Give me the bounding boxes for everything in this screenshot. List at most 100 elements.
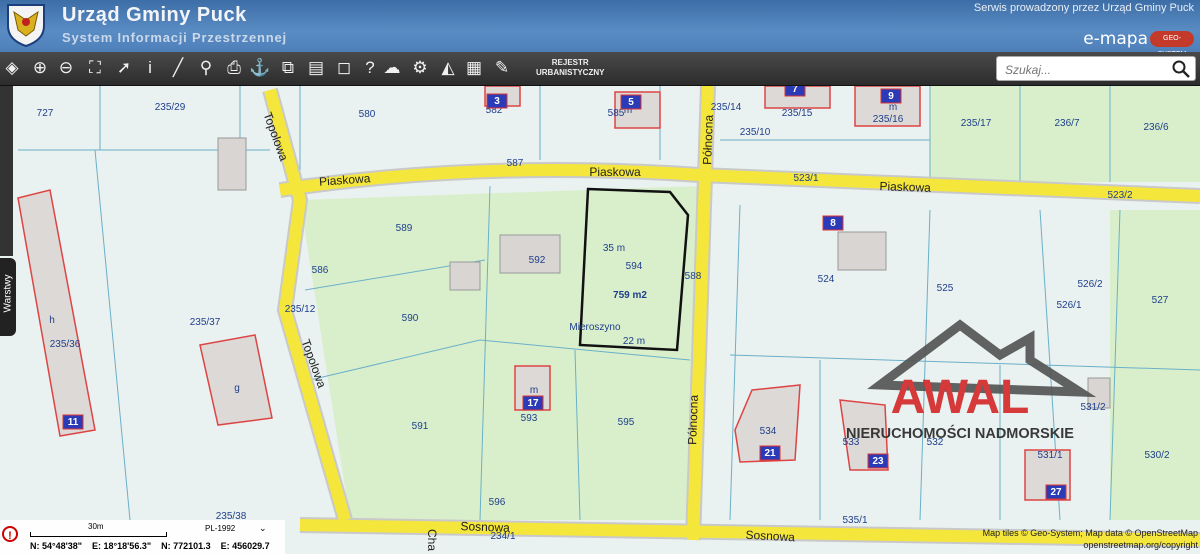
help-icon[interactable]: ? xyxy=(358,56,382,80)
search-box[interactable] xyxy=(996,56,1196,81)
comment-icon[interactable]: ◻ xyxy=(332,56,356,80)
parcel-label: 236/6 xyxy=(1143,122,1168,133)
coordinate-readout: N: 54°48'38" E: 18°18'56.3" N: 772101.3 E: … xyxy=(30,541,280,551)
app-title: Urząd Gminy Puck xyxy=(62,4,247,26)
parcel-label: 524 xyxy=(818,274,835,285)
parcel-label: 235/14 xyxy=(711,102,742,113)
zoom-slider[interactable] xyxy=(0,86,13,256)
crs-select[interactable]: PL-1992 xyxy=(205,524,235,533)
parcel-label: 593 xyxy=(521,413,538,424)
print-icon[interactable]: ⎙ xyxy=(222,56,246,80)
house-number: 5 xyxy=(628,97,634,108)
layers-icon[interactable]: ◈ xyxy=(0,56,24,80)
layout-icon[interactable]: ▤ xyxy=(304,56,328,80)
rejestr-urbanistyczny-button[interactable]: REJESTR URBANISTYCZNY xyxy=(536,58,604,78)
plot-side-b: 22 m xyxy=(623,336,645,347)
house-number: 9 xyxy=(888,91,894,102)
map-canvas[interactable]: Piaskowa Piaskowa Piaskowa Topolowa Topolowa… xyxy=(0,86,1200,554)
info-icon[interactable]: i xyxy=(138,56,162,80)
parcel-label: 585 xyxy=(608,108,625,119)
parcel-label: 535/1 xyxy=(842,515,867,526)
house-number: 23 xyxy=(872,456,884,467)
street-label: Piaskowa xyxy=(589,165,641,179)
house-number: 21 xyxy=(764,448,776,459)
scale-label: 30m xyxy=(88,522,104,531)
zoom-out-icon[interactable]: ⊖ xyxy=(54,56,78,80)
geosystem-logo[interactable]: GEO-SYSTEM xyxy=(1150,31,1194,58)
rejestr-line1: REJESTR xyxy=(551,58,589,67)
warning-icon[interactable]: ! xyxy=(2,526,18,542)
parcel-label: 586 xyxy=(312,265,329,276)
zoom-in-icon[interactable]: ⊕ xyxy=(28,56,52,80)
watermark-brand: AWAL xyxy=(891,371,1030,424)
street-label: Północna xyxy=(685,394,701,445)
plot-area: 759 m2 xyxy=(613,290,647,301)
link-icon[interactable]: ⚲ xyxy=(194,56,218,80)
parcel-label: g xyxy=(234,383,240,394)
rejestr-line2: URBANISTYCZNY xyxy=(536,68,605,77)
street-label: Północna xyxy=(700,114,716,165)
parcel-label: 235/15 xyxy=(782,108,813,119)
plot-side-a: 35 m xyxy=(603,243,625,254)
zoom-extent-icon[interactable]: ⛶ xyxy=(83,56,107,80)
map-attribution: Map tiles © Geo-System; Map data © OpenS… xyxy=(982,528,1198,538)
parcel-label: 235/29 xyxy=(155,102,186,113)
measure-ruler-icon[interactable]: ╱ xyxy=(166,56,190,80)
parcel-label: m xyxy=(889,102,897,113)
parcel-label: 594 xyxy=(626,261,643,272)
street-label: Sosnowa xyxy=(745,528,795,545)
select-arrow-icon[interactable]: ➚ xyxy=(112,56,136,80)
house-number: 7 xyxy=(792,86,798,95)
parcel-label: 523/1 xyxy=(793,173,818,184)
parcel-label: 234/1 xyxy=(490,531,515,542)
parcel-label: 526/2 xyxy=(1077,279,1102,290)
cloud-upload-icon[interactable]: ☁ xyxy=(380,56,404,80)
parcel-label: 589 xyxy=(396,223,413,234)
parcel-label: 595 xyxy=(618,417,635,428)
parcel-label: 591 xyxy=(412,421,429,432)
map-toolbar: ◈ ⊕ ⊖ ⛶ ➚ i ╱ ⚲ ⎙ ⚓ ⧉ ▤ ◻? ☁ ⚙ ◭ ▦ ✎ REJESTR URBANISTYCZN… xyxy=(0,52,1200,86)
export-icon[interactable]: ⧉ xyxy=(276,56,300,80)
provider-note: Serwis prowadzony przez Urząd Gminy Puck xyxy=(973,2,1194,14)
parcel-label: 592 xyxy=(529,255,546,266)
parcel-label: 588 xyxy=(685,271,702,282)
parcel-label: 531/1 xyxy=(1037,450,1062,461)
parcel-label: 596 xyxy=(489,497,506,508)
house-number: 11 xyxy=(68,417,79,428)
parcel-label: 523/2 xyxy=(1107,190,1132,201)
emapa-brand[interactable]: e-mapa xyxy=(1083,29,1148,49)
watermark-tagline: NIERUCHOMOŚCI NADMORSKIE xyxy=(846,424,1074,442)
parcel-label: 530/2 xyxy=(1144,450,1169,461)
attribution-link[interactable]: openstreetmap.org/copyright xyxy=(1083,540,1198,550)
parcel-label: 531/2 xyxy=(1080,402,1105,413)
coord-lat: N: 54°48'38" xyxy=(30,541,83,551)
house-number: 27 xyxy=(1050,487,1062,498)
anchor-icon[interactable]: ⚓ xyxy=(248,56,272,80)
locality-label: Mieroszyno xyxy=(569,322,621,333)
registry-icon[interactable]: ✎ xyxy=(490,56,514,80)
color-grid-icon[interactable]: ▦ xyxy=(462,56,486,80)
search-icon[interactable] xyxy=(1171,59,1191,79)
coord-north: N: 772101.3 xyxy=(161,541,211,551)
map-layer: Piaskowa PiaskowaPiaskowaTopolowaTopolowa… xyxy=(0,86,1200,554)
parcel-label: 587 xyxy=(507,158,524,169)
search-input[interactable] xyxy=(1003,60,1171,80)
coord-lon: E: 18°18'56.3" xyxy=(92,541,152,551)
scale-panel: ! 30m PL-1992 ⌄ N: 54°48'38" E: 18°18'56.… xyxy=(0,520,285,554)
parcel-label: 235/17 xyxy=(961,118,992,129)
house-number: 8 xyxy=(830,218,836,229)
parcel-label: 236/7 xyxy=(1054,118,1079,129)
parcel-label: m xyxy=(530,385,538,396)
parcel-label: 527 xyxy=(1152,295,1169,306)
parcel-label: 526/1 xyxy=(1056,300,1081,311)
scale-line xyxy=(30,532,167,537)
parcel-label: 534 xyxy=(760,426,777,437)
layers-tab[interactable]: Warstwy xyxy=(0,258,16,336)
chevron-down-icon[interactable]: ⌄ xyxy=(259,523,267,534)
terrain-icon[interactable]: ◭ xyxy=(436,56,460,80)
parcel-label: 235/37 xyxy=(190,317,221,328)
app-header: Urząd Gminy Puck System Informacji Przes… xyxy=(0,0,1200,58)
settings-icon[interactable]: ⚙ xyxy=(408,56,432,80)
parcel-label: 580 xyxy=(359,109,376,120)
green-area-ne xyxy=(930,86,1200,182)
